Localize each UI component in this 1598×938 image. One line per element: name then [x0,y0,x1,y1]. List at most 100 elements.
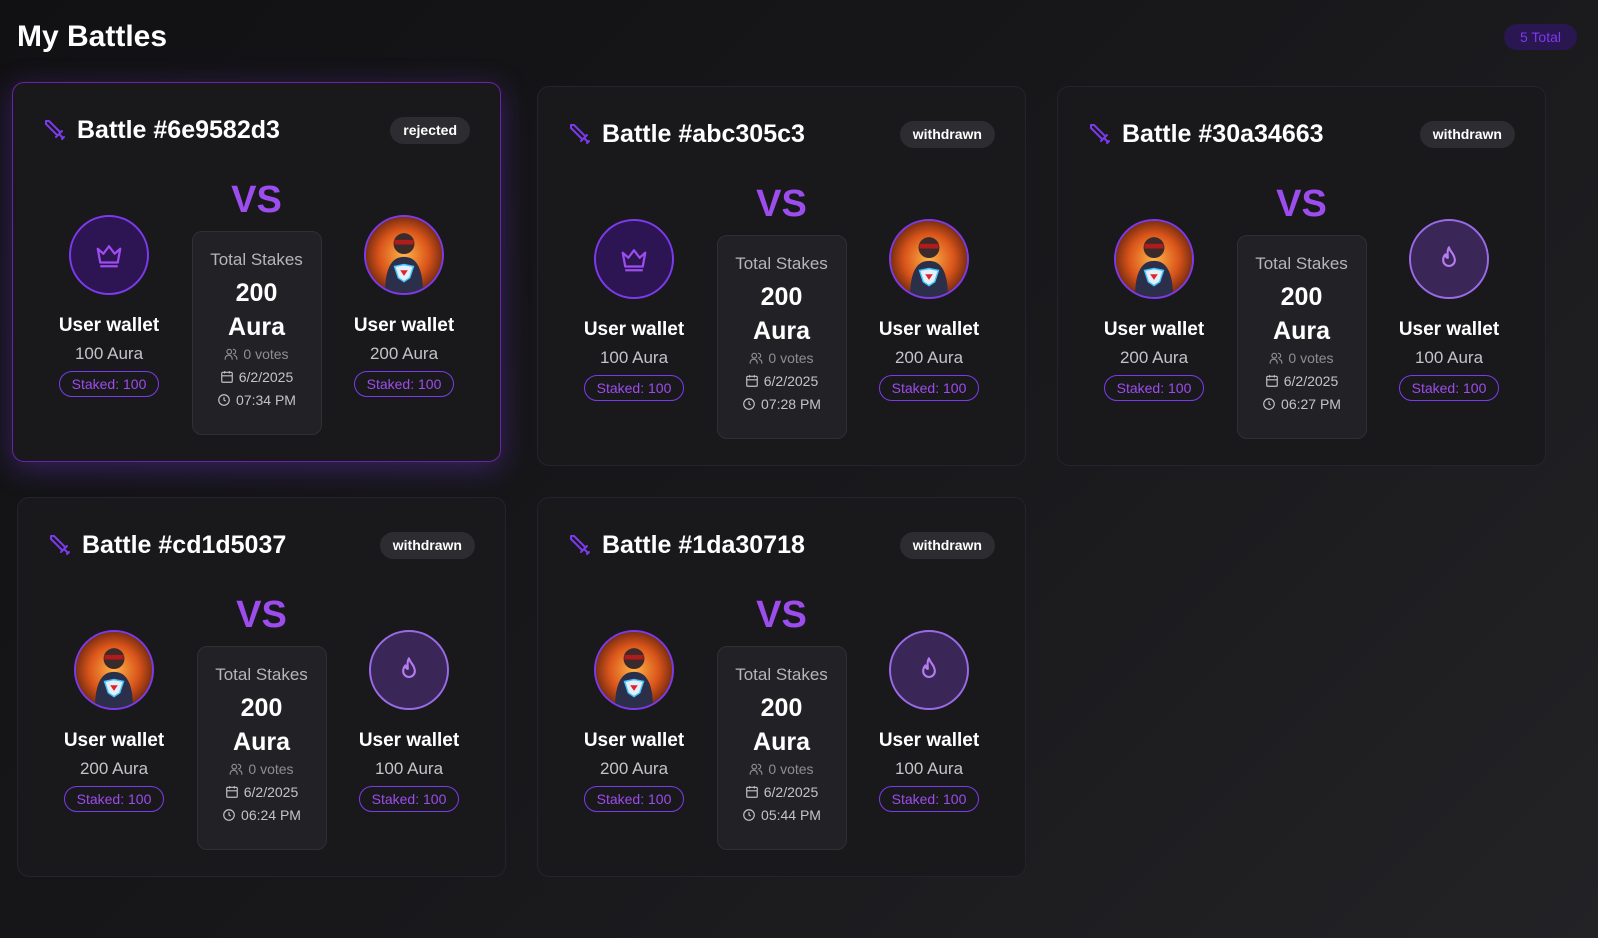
player-right: User wallet 200 Aura Staked: 100 [859,219,999,401]
battle-card[interactable]: Battle #1da30718 withdrawn VS User walle… [537,497,1026,877]
staked-badge: Staked: 100 [1103,375,1205,401]
calendar-icon [745,375,758,387]
player-aura: 200 Aura [79,759,149,778]
flame-icon[interactable] [1409,219,1489,299]
time-text: 07:28 PM [761,396,821,412]
player-name: User wallet [353,315,455,336]
staked-badge: Staked: 100 [358,786,460,812]
sword-icon [1090,124,1110,144]
users-icon [750,352,763,364]
hero-avatar[interactable] [1114,219,1194,299]
hero-avatar[interactable] [74,630,154,710]
player-name: User wallet [63,730,165,751]
player-left: User wallet 200 Aura Staked: 100 [44,630,184,812]
player-aura: 100 Aura [894,759,964,778]
users-icon [225,348,238,360]
battle-date: 6/2/2025 [745,373,819,389]
total-stakes-panel: Total Stakes 200 Aura 0 votes 6/2/2025 0… [716,235,847,439]
votes-count: 0 votes [749,350,814,366]
date-text: 6/2/2025 [1283,373,1339,389]
battle-title: Battle #30a34663 [1122,119,1324,148]
player-left: User wallet 100 Aura Staked: 100 [564,219,704,401]
votes-text: 0 votes [768,761,814,777]
hero-avatar[interactable] [889,219,969,299]
battle-date: 6/2/2025 [220,369,294,385]
calendar-icon [1265,375,1278,387]
battle-card[interactable]: Battle #cd1d5037 withdrawn VS User walle… [17,497,506,877]
clock-icon [223,809,235,821]
time-text: 06:24 PM [241,807,301,823]
player-aura: 200 Aura [1119,348,1189,367]
sword-icon [45,120,65,140]
total-stakes-panel: Total Stakes 200 Aura 0 votes 6/2/2025 0… [1236,235,1367,439]
card-header: Battle #1da30718 withdrawn [568,528,995,562]
flame-icon[interactable] [369,630,449,710]
votes-text: 0 votes [1288,350,1334,366]
player-right: User wallet 100 Aura Staked: 100 [339,630,479,812]
player-aura: 100 Aura [74,344,144,363]
player-right: User wallet 100 Aura Staked: 100 [1379,219,1519,401]
date-text: 6/2/2025 [238,369,294,385]
player-aura: 100 Aura [374,759,444,778]
status-badge: rejected [390,116,470,144]
battle-card[interactable]: Battle #6e9582d3 rejected VS User wallet… [12,82,501,462]
battle-date: 6/2/2025 [745,784,819,800]
clock-icon [1263,398,1275,410]
card-header: Battle #30a34663 withdrawn [1088,117,1515,151]
hero-avatar[interactable] [594,630,674,710]
battle-title: Battle #6e9582d3 [77,115,280,144]
player-name: User wallet [1103,319,1205,340]
staked-badge: Staked: 100 [583,375,685,401]
battle-time: 07:28 PM [742,396,821,412]
flame-icon[interactable] [889,630,969,710]
total-stakes-panel: Total Stakes 200 Aura 0 votes 6/2/2025 0… [716,646,847,850]
votes-count: 0 votes [224,346,289,362]
staked-badge: Staked: 100 [58,371,160,397]
battle-title: Battle #1da30718 [602,530,805,559]
votes-count: 0 votes [749,761,814,777]
total-stakes-panel: Total Stakes 200 Aura 0 votes 6/2/2025 0… [196,646,327,850]
staked-badge: Staked: 100 [1398,375,1500,401]
staked-badge: Staked: 100 [878,786,980,812]
hero-avatar[interactable] [364,215,444,295]
battle-date: 6/2/2025 [1265,373,1339,389]
time-text: 06:27 PM [1281,396,1341,412]
status-badge: withdrawn [899,531,995,559]
player-aura: 200 Aura [894,348,964,367]
player-name: User wallet [583,730,685,751]
date-text: 6/2/2025 [763,373,819,389]
battle-time: 07:34 PM [217,392,296,408]
battle-card[interactable]: Battle #30a34663 withdrawn VS User walle… [1057,86,1546,466]
sword-icon [570,124,590,144]
player-name: User wallet [58,315,160,336]
battle-card[interactable]: Battle #abc305c3 withdrawn VS User walle… [537,86,1026,466]
votes-text: 0 votes [768,350,814,366]
staked-badge: Staked: 100 [63,786,165,812]
battle-date: 6/2/2025 [225,784,299,800]
date-text: 6/2/2025 [763,784,819,800]
player-right: User wallet 100 Aura Staked: 100 [859,630,999,812]
calendar-icon [220,371,233,383]
status-badge: withdrawn [1419,120,1515,148]
sword-icon [570,535,590,555]
crown-icon[interactable] [69,215,149,295]
player-name: User wallet [1398,319,1500,340]
time-text: 05:44 PM [761,807,821,823]
player-aura: 200 Aura [369,344,439,363]
player-aura: 200 Aura [599,759,669,778]
total-badge: 5 Total [1504,24,1577,50]
player-name: User wallet [878,319,980,340]
staked-badge: Staked: 100 [353,371,455,397]
crown-icon[interactable] [594,219,674,299]
battle-title: Battle #abc305c3 [602,119,805,148]
stakes-label: Total Stakes [735,254,828,273]
sword-icon [50,535,70,555]
votes-text: 0 votes [243,346,289,362]
votes-text: 0 votes [248,761,294,777]
date-text: 6/2/2025 [243,784,299,800]
page-title: My Battles [17,20,168,53]
card-header: Battle #6e9582d3 rejected [43,113,470,147]
stakes-label: Total Stakes [215,665,308,684]
users-icon [750,763,763,775]
card-header: Battle #cd1d5037 withdrawn [48,528,475,562]
